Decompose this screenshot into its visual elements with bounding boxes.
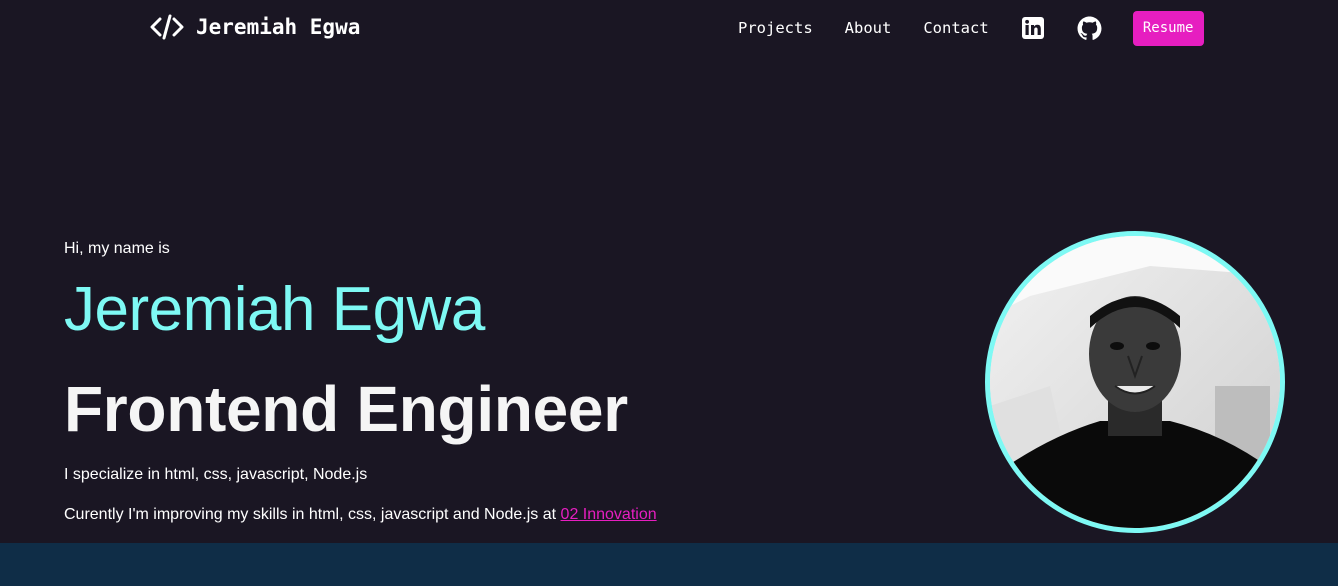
- nav-link-projects[interactable]: Projects: [738, 19, 813, 37]
- linkedin-icon[interactable]: [1021, 16, 1045, 40]
- hero-current: Curently I'm improving my skills in html…: [64, 506, 657, 524]
- hero-current-text: Curently I'm improving my skills in html…: [64, 506, 561, 523]
- hero-greeting: Hi, my name is: [64, 240, 170, 257]
- github-icon[interactable]: [1077, 16, 1102, 40]
- hero-role: Frontend Engineer: [64, 373, 628, 445]
- hero-name: Jeremiah Egwa: [64, 275, 485, 344]
- nav-links: Projects About Contact Resume: [738, 0, 1204, 56]
- code-icon: [150, 13, 184, 41]
- brand-name: Jeremiah Egwa: [196, 15, 361, 39]
- company-link[interactable]: 02 Innovation: [561, 506, 657, 523]
- brand-logo[interactable]: Jeremiah Egwa: [150, 13, 360, 41]
- section-band: [0, 543, 1338, 586]
- nav-link-contact[interactable]: Contact: [923, 19, 988, 37]
- nav-link-about[interactable]: About: [845, 19, 892, 37]
- profile-photo: [985, 231, 1285, 533]
- resume-button[interactable]: Resume: [1132, 10, 1204, 46]
- top-nav: Jeremiah Egwa Projects About Contact Res…: [0, 0, 1338, 56]
- hero-skills: I specialize in html, css, javascript, N…: [64, 466, 368, 483]
